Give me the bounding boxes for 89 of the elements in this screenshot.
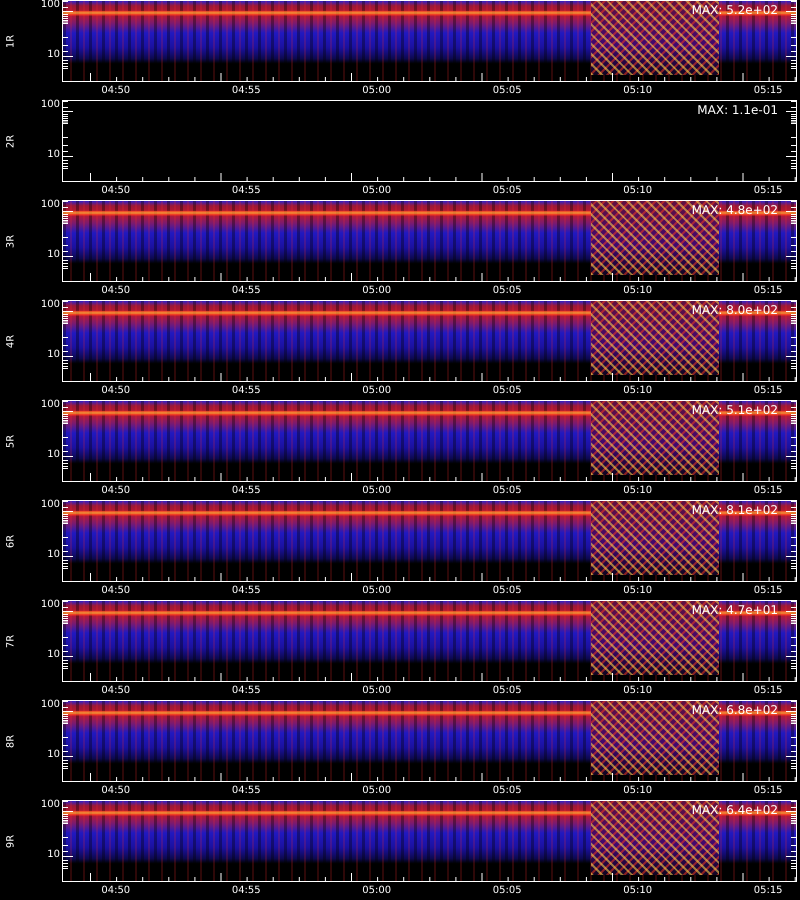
y-tick-label: 10	[47, 550, 60, 560]
x-tick-label: 05:15	[754, 685, 783, 696]
x-tick-label: 05:10	[623, 785, 652, 796]
max-value-label: MAX: 1.1e-01	[697, 103, 778, 117]
x-tick-label: 05:05	[492, 685, 522, 696]
x-tick-label: 04:50	[101, 385, 130, 396]
y-tick-label: 10	[47, 850, 60, 860]
y-tick-label: 10	[47, 250, 60, 260]
panel-label: 9R	[6, 833, 16, 850]
x-tick-label: 05:10	[623, 485, 652, 496]
x-tick-label: 05:00	[362, 385, 392, 396]
x-tick-label: 04:50	[101, 685, 130, 696]
x-tick-label: 04:55	[232, 85, 261, 96]
x-tick-label: 05:05	[492, 485, 522, 496]
x-tick-label: 04:50	[101, 485, 130, 496]
y-tick-label: 100	[40, 100, 60, 110]
x-tick-label: 04:55	[232, 785, 261, 796]
x-tick-label: 04:55	[232, 685, 261, 696]
y-tick-label: 100	[40, 200, 60, 210]
x-tick-label: 05:15	[754, 85, 783, 96]
x-tick-label: 05:05	[492, 285, 522, 296]
x-tick-label: 04:55	[232, 585, 261, 596]
panel-label: 3R	[6, 233, 16, 250]
max-value-label: MAX: 6.4e+02	[692, 803, 778, 817]
x-tick-label: 05:00	[362, 285, 392, 296]
x-tick-label: 05:00	[362, 485, 392, 496]
x-tick-label: 04:55	[232, 385, 261, 396]
x-tick-label: 05:15	[754, 785, 783, 796]
x-tick-label: 05:10	[623, 885, 652, 896]
x-tick-label: 04:50	[101, 85, 130, 96]
x-tick-label: 05:05	[492, 885, 522, 896]
x-tick-label: 05:05	[492, 185, 522, 196]
x-tick-label: 05:15	[754, 385, 783, 396]
x-tick-label: 05:00	[362, 885, 392, 896]
x-tick-label: 05:10	[623, 385, 652, 396]
y-tick-label: 10	[47, 350, 60, 360]
panel-label: 6R	[6, 533, 16, 550]
panel-label: 4R	[6, 333, 16, 350]
max-value-label: MAX: 8.0e+02	[692, 303, 778, 317]
y-tick-label: 100	[40, 600, 60, 610]
x-tick-label: 05:05	[492, 785, 522, 796]
max-value-label: MAX: 4.8e+02	[692, 203, 778, 217]
x-tick-label: 04:50	[101, 785, 130, 796]
x-tick-label: 04:55	[232, 485, 261, 496]
y-tick-label: 10	[47, 50, 60, 60]
max-value-label: MAX: 5.2e+02	[692, 3, 778, 17]
x-tick-label: 05:10	[623, 585, 652, 596]
x-tick-label: 05:15	[754, 585, 783, 596]
panel-label: 1R	[6, 33, 16, 50]
x-tick-label: 05:05	[492, 385, 522, 396]
x-tick-label: 05:00	[362, 85, 392, 96]
x-tick-label: 05:15	[754, 485, 783, 496]
x-tick-label: 05:10	[623, 185, 652, 196]
x-tick-label: 05:05	[492, 85, 522, 96]
panel-label: 5R	[6, 433, 16, 450]
x-tick-label: 05:15	[754, 885, 783, 896]
y-tick-label: 100	[40, 700, 60, 710]
panel-label: 7R	[6, 633, 16, 650]
x-tick-label: 04:55	[232, 185, 261, 196]
y-tick-label: 100	[40, 500, 60, 510]
x-tick-label: 04:50	[101, 285, 130, 296]
x-tick-label: 05:15	[754, 185, 783, 196]
y-tick-label: 10	[47, 750, 60, 760]
y-tick-label: 100	[40, 400, 60, 410]
x-tick-label: 04:50	[101, 585, 130, 596]
x-tick-label: 05:00	[362, 185, 392, 196]
panel-label: 2R	[6, 133, 16, 150]
max-value-label: MAX: 4.7e+01	[692, 603, 778, 617]
x-tick-label: 04:50	[101, 885, 130, 896]
y-tick-label: 100	[40, 800, 60, 810]
max-value-label: MAX: 6.8e+02	[692, 703, 778, 717]
max-value-label: MAX: 8.1e+02	[692, 503, 778, 517]
x-tick-label: 05:10	[623, 685, 652, 696]
max-value-label: MAX: 5.1e+02	[692, 403, 778, 417]
x-tick-label: 05:15	[754, 285, 783, 296]
y-tick-label: 10	[47, 450, 60, 460]
x-tick-label: 05:00	[362, 685, 392, 696]
x-tick-label: 05:10	[623, 285, 652, 296]
y-tick-label: 10	[47, 650, 60, 660]
y-tick-label: 100	[40, 300, 60, 310]
x-tick-label: 04:55	[232, 285, 261, 296]
x-tick-label: 04:55	[232, 885, 261, 896]
y-tick-label: 10	[47, 150, 60, 160]
x-tick-label: 05:00	[362, 585, 392, 596]
x-tick-label: 05:00	[362, 785, 392, 796]
x-tick-label: 04:50	[101, 185, 130, 196]
panel-label: 8R	[6, 733, 16, 750]
x-tick-label: 05:05	[492, 585, 522, 596]
x-tick-label: 05:10	[623, 85, 652, 96]
